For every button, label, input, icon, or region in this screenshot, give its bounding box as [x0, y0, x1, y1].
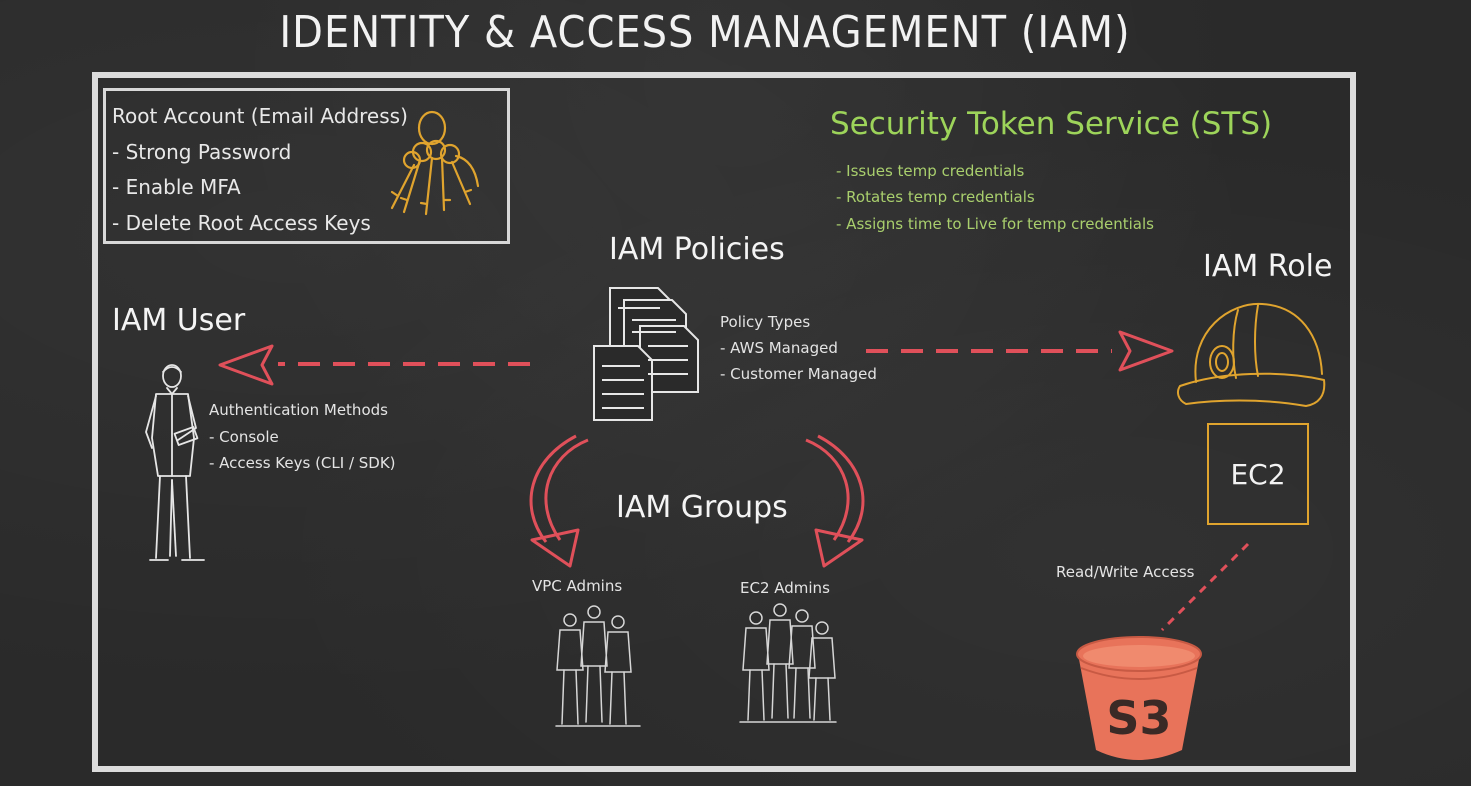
- diagram-illustrations: S3: [145, 110, 1326, 760]
- arrow-policies-to-role: [866, 330, 1174, 372]
- s3-label: S3: [1106, 691, 1171, 745]
- arrow-to-ec2-admins: [805, 434, 865, 568]
- arrow-to-vpc-admins: [529, 434, 589, 568]
- ec2-admins-people-icon: [739, 603, 837, 723]
- s3-bucket-icon: S3: [1076, 636, 1202, 760]
- policy-documents-icon: [593, 287, 699, 421]
- iam-user-person-icon: [145, 364, 205, 561]
- hard-hat-icon: [1177, 302, 1326, 407]
- vpc-admins-people-icon: [555, 605, 641, 727]
- ec2-to-s3-connector: [1160, 542, 1250, 632]
- arrow-policies-to-user: [218, 344, 530, 386]
- keys-icon: [390, 110, 480, 216]
